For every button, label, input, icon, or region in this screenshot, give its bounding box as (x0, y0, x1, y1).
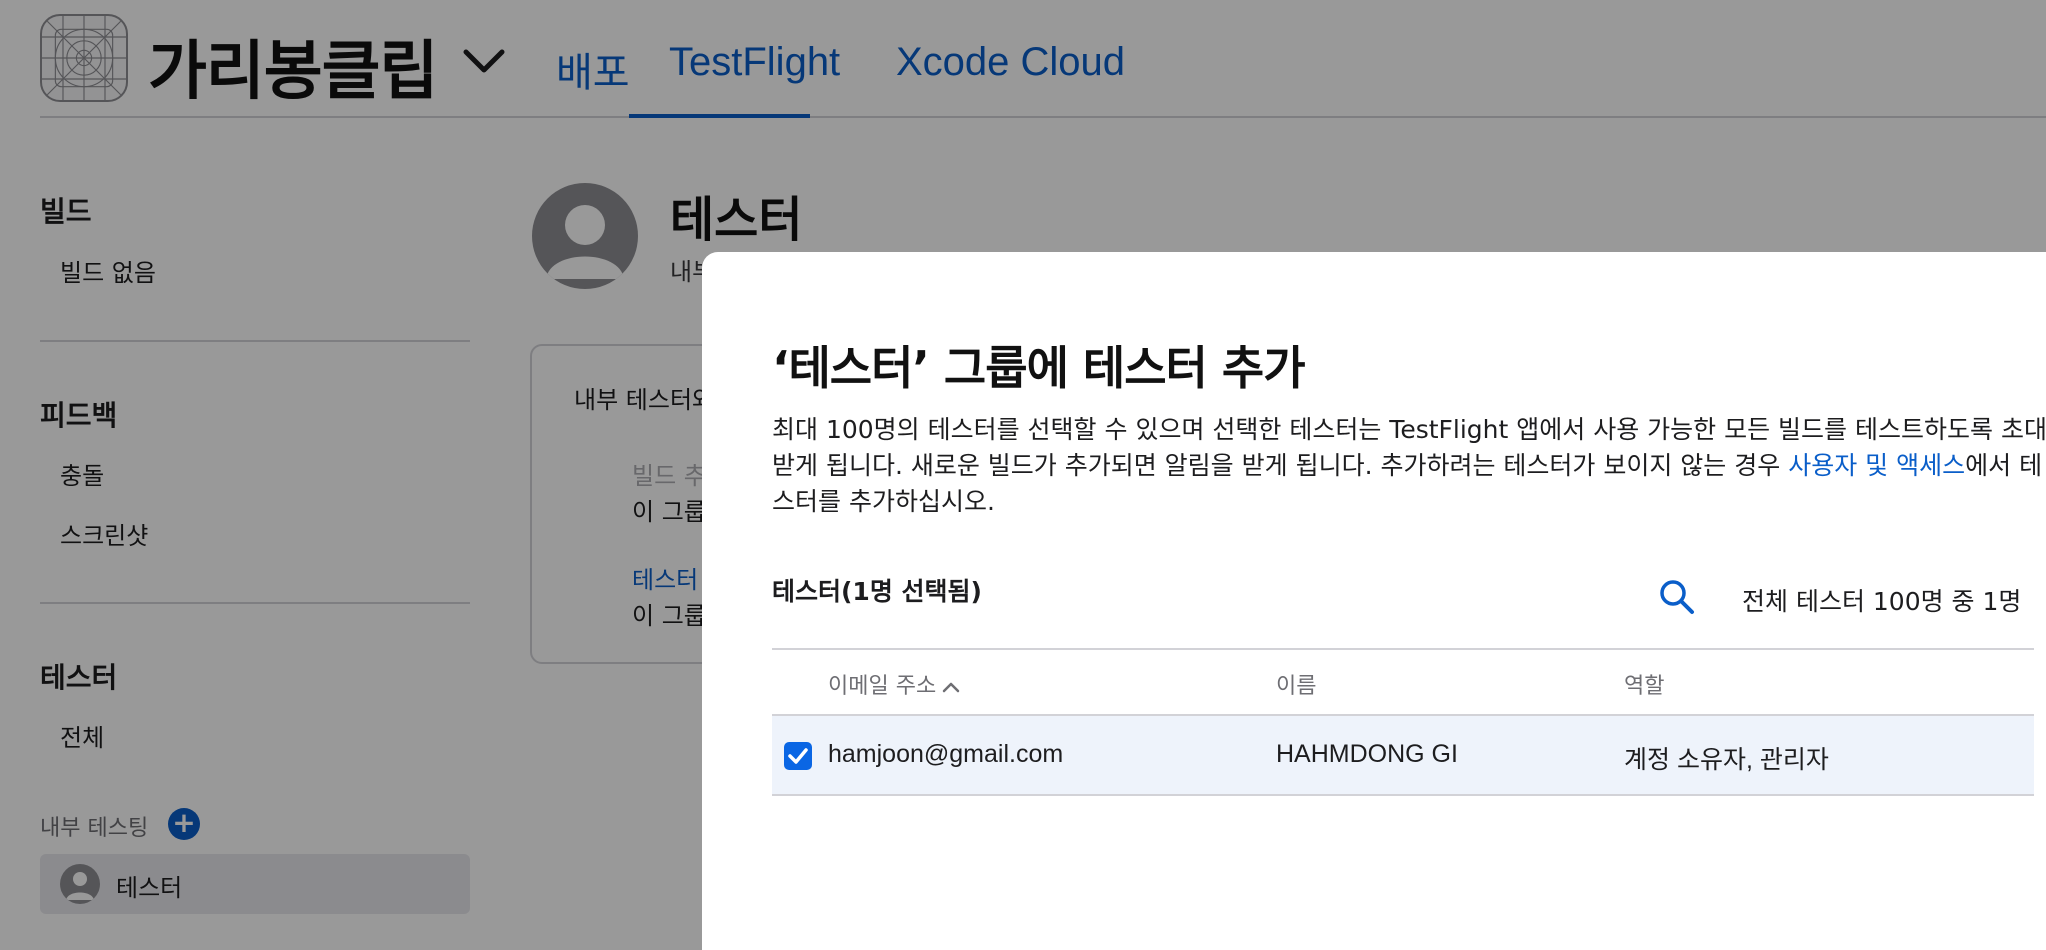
add-testers-modal: ‘테스터’ 그룹에 테스터 추가 최대 100명의 테스터를 선택할 수 있으며… (702, 252, 2046, 950)
column-header-label: 이메일 주소 (828, 674, 937, 699)
chevron-up-icon (942, 682, 960, 693)
modal-title: ‘테스터’ 그룹에 테스터 추가 (772, 341, 1306, 395)
checkmark-icon (788, 748, 808, 764)
selected-tester-count: 테스터(1명 선택됨) (772, 577, 982, 606)
modal-description: 최대 100명의 테스터를 선택할 수 있으며 선택한 테스터는 TestFli… (772, 412, 2046, 520)
table-header: 이메일 주소 이름 역할 (772, 648, 2034, 716)
cell-email: hamjoon@gmail.com (828, 740, 1064, 768)
total-tester-count: 전체 테스터 100명 중 1명 (1742, 587, 2022, 616)
row-checkbox[interactable] (784, 742, 812, 770)
users-and-access-link[interactable]: 사용자 및 액세스 (1788, 451, 1965, 480)
search-icon[interactable] (1658, 578, 1696, 616)
column-header-name[interactable]: 이름 (1276, 668, 1316, 700)
column-header-email[interactable]: 이메일 주소 (828, 668, 960, 700)
cell-role: 계정 소유자, 관리자 (1624, 746, 1829, 774)
cell-name: HAHMDONG GI (1276, 740, 1458, 768)
table-row[interactable]: hamjoon@gmail.com HAHMDONG GI 계정 소유자, 관리… (772, 716, 2034, 796)
column-header-role[interactable]: 역할 (1624, 668, 1664, 700)
